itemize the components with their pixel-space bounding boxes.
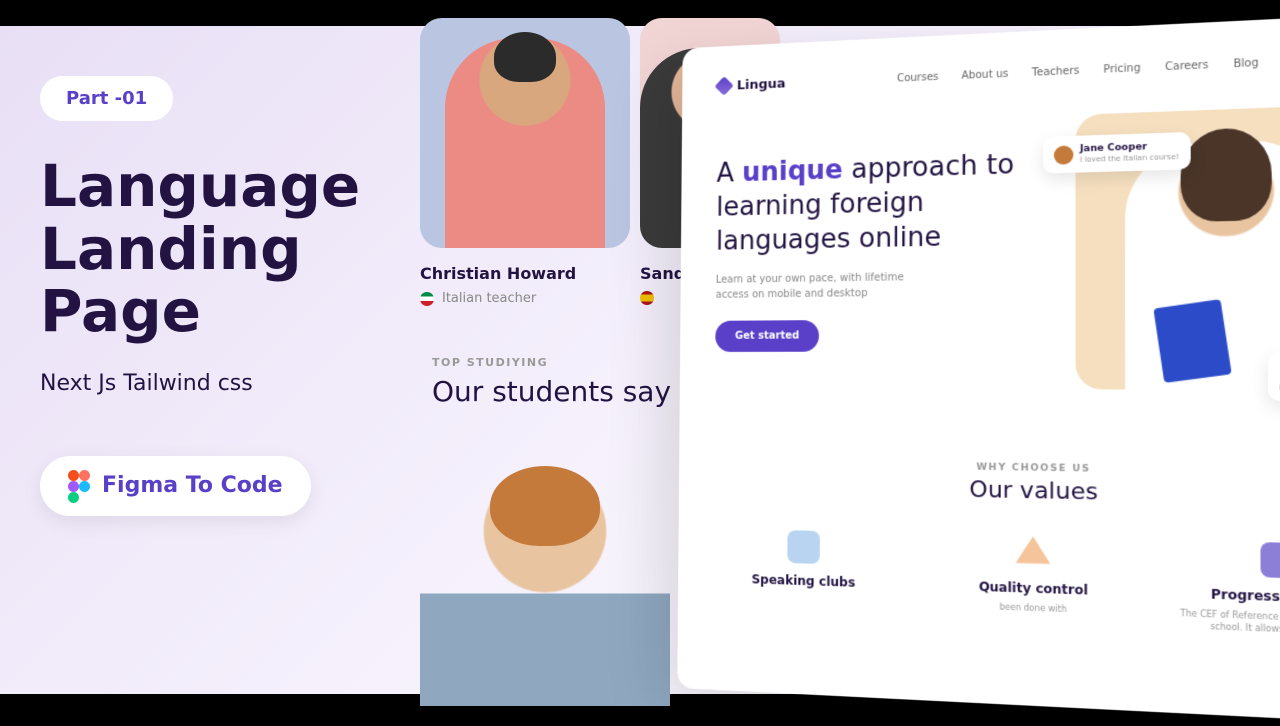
main-title: Language Landing Page xyxy=(40,155,400,343)
nav-about[interactable]: About us xyxy=(962,68,1009,81)
value-item-1: Speaking clubs xyxy=(713,528,895,621)
hero-sub: Learn at your own pace, with lifetime ac… xyxy=(716,270,918,303)
value-3-title: Progress analysis xyxy=(1177,586,1280,608)
nav-blog[interactable]: Blog xyxy=(1233,57,1258,70)
hero-image: Jane Cooper I loved the Italian course! … xyxy=(1076,104,1280,391)
triangle-icon xyxy=(1016,536,1051,571)
value-3-text: The CEF of Reference has been used at ou… xyxy=(1177,607,1280,639)
logo-text: Lingua xyxy=(737,76,786,93)
folder-prop xyxy=(1153,299,1231,383)
value-2-title: Quality control xyxy=(937,578,1132,599)
value-item-3: Progress analysis The CEF of Reference h… xyxy=(1177,540,1280,640)
value-item-2: Quality control been done with xyxy=(937,534,1132,630)
hero-left: A unique approach to learning foreign la… xyxy=(715,116,1054,390)
italy-flag-icon xyxy=(420,292,434,306)
thumbnail-frame: Part -01 Language Landing Page Next Js T… xyxy=(0,26,1280,694)
values-grid: Speaking clubs Quality control been done… xyxy=(713,528,1280,639)
hero-heading: A unique approach to learning foreign la… xyxy=(716,147,1054,259)
value-2-text: been done with xyxy=(937,599,1132,618)
person-illustration xyxy=(445,38,605,248)
spain-flag-icon xyxy=(640,291,654,305)
values-section: WHY CHOOSE US Our values Speaking clubs … xyxy=(713,459,1280,640)
value-1-title: Speaking clubs xyxy=(713,571,895,591)
nav-careers[interactable]: Careers xyxy=(1165,59,1208,73)
float1-text: I loved the Italian course! xyxy=(1080,153,1179,164)
hero-em: unique xyxy=(742,155,843,188)
chart-icon xyxy=(1261,542,1280,578)
float-students: +50 Dedicated students per day xyxy=(1267,352,1280,402)
title-line-3: Page xyxy=(40,280,400,343)
avatar-icon xyxy=(1054,145,1074,165)
teacher-role-text: Italian teacher xyxy=(442,291,536,306)
site-mockup: Lingua Courses About us Teachers Pricing… xyxy=(677,12,1280,726)
hero-cta-button[interactable]: Get started xyxy=(715,320,819,352)
student-photo xyxy=(420,456,670,706)
subtitle: Next Js Tailwind css xyxy=(40,371,400,396)
values-title: Our values xyxy=(714,473,1280,512)
logo-icon xyxy=(714,76,733,96)
figma-badge: Figma To Code xyxy=(40,456,311,516)
figma-icon xyxy=(68,470,90,502)
teacher-photo xyxy=(420,18,630,248)
hero-person xyxy=(1125,138,1280,390)
hero: A unique approach to learning foreign la… xyxy=(715,104,1280,391)
nav-teachers[interactable]: Teachers xyxy=(1032,65,1080,79)
hero-pre: A xyxy=(716,158,742,189)
logo[interactable]: Lingua xyxy=(717,76,785,94)
nav-courses[interactable]: Courses xyxy=(897,71,939,84)
mockup-nav: Lingua Courses About us Teachers Pricing… xyxy=(717,44,1280,98)
students-title: Our students say xyxy=(432,375,671,408)
title-line-2: Landing xyxy=(40,218,400,281)
float-testimonial: Jane Cooper I loved the Italian course! xyxy=(1043,132,1190,174)
part-badge: Part -01 xyxy=(40,76,173,121)
title-line-1: Language xyxy=(40,155,400,218)
nav-pricing[interactable]: Pricing xyxy=(1103,62,1140,75)
left-panel: Part -01 Language Landing Page Next Js T… xyxy=(40,76,400,516)
play-icon xyxy=(787,530,820,564)
students-eyebrow: TOP STUDIYING xyxy=(432,356,671,369)
figma-label: Figma To Code xyxy=(102,473,283,498)
students-section: TOP STUDIYING Our students say xyxy=(432,356,671,408)
